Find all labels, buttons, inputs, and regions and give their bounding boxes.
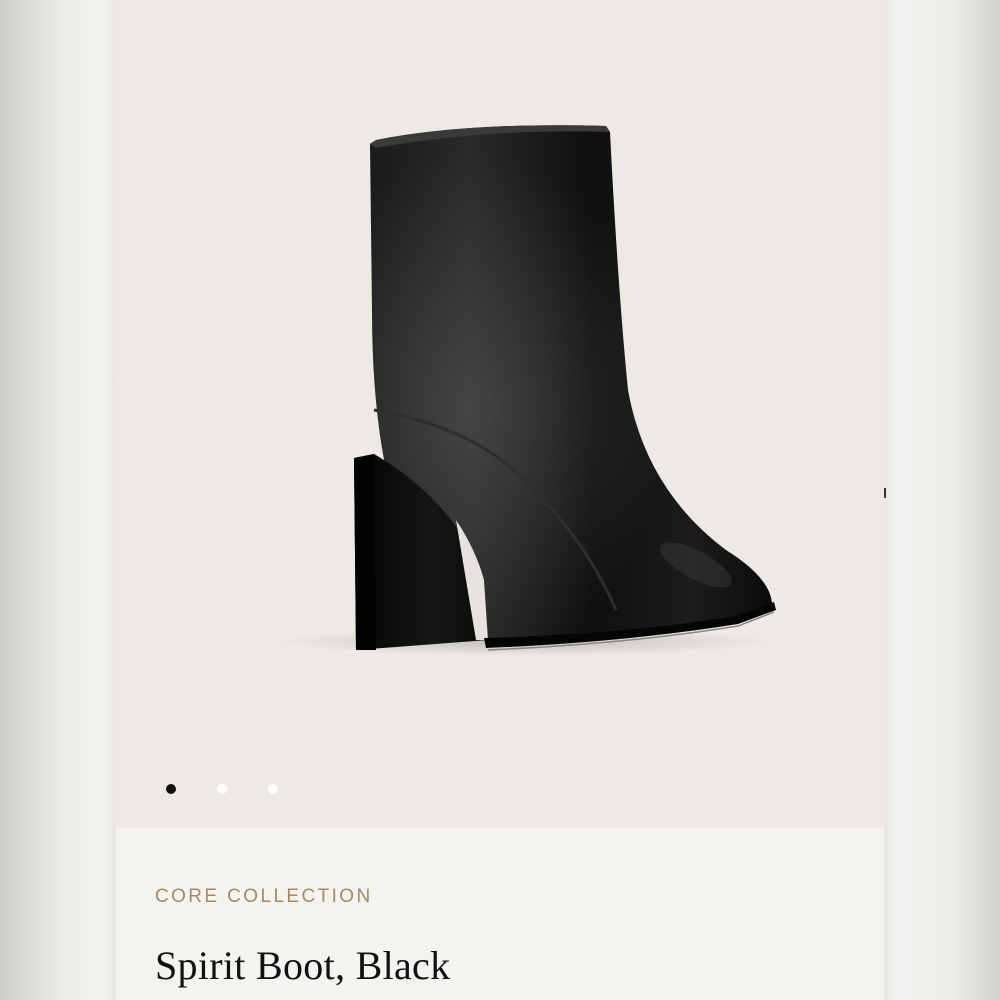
gallery-pagination (116, 0, 884, 828)
gallery-dot-1-active[interactable] (166, 784, 176, 794)
product-page: CORE COLLECTION Spirit Boot, Black (116, 0, 884, 1000)
collection-label[interactable]: CORE COLLECTION (155, 886, 373, 908)
gallery-dot-3[interactable] (268, 784, 278, 794)
gallery-dot-2[interactable] (217, 784, 227, 794)
product-image-gallery[interactable] (116, 0, 884, 828)
product-title: Spirit Boot, Black (155, 943, 451, 988)
product-info: CORE COLLECTION Spirit Boot, Black (116, 828, 884, 1000)
